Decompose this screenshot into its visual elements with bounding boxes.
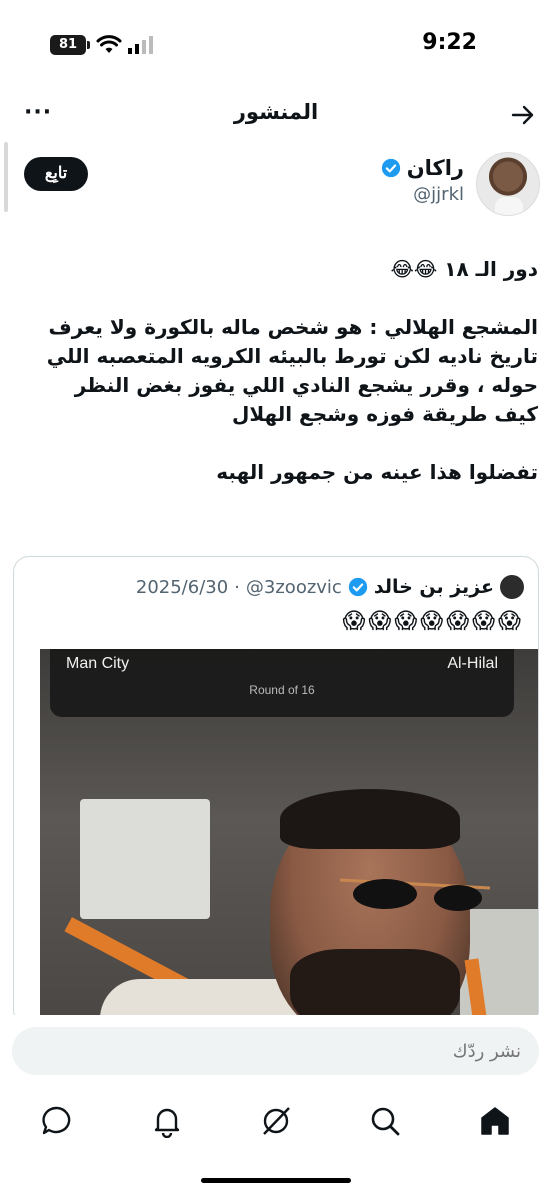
home-icon[interactable] <box>478 1104 512 1138</box>
team-left: Man City <box>66 655 130 672</box>
author-avatar[interactable] <box>476 152 540 216</box>
follow-button[interactable]: تابِع <box>24 157 88 191</box>
quoted-post-text: 😱😱😱😱😱😱😱 <box>342 609 524 634</box>
quoted-post-header: عزيز بن خالد @3zoozvic · 2025/6/30 <box>136 575 524 599</box>
verified-badge-icon <box>381 158 400 178</box>
clock: 9:22 <box>422 30 477 55</box>
battery-indicator: 81 <box>50 35 90 55</box>
reply-bar <box>0 1015 552 1090</box>
bottom-tab-bar <box>0 1090 552 1150</box>
status-bar: 81 9:22 <box>0 0 552 90</box>
post-paragraph: دور الـ ١٨ 😂😂 <box>390 257 538 281</box>
cellular-signal-icon <box>128 36 153 54</box>
quoted-post-date: 2025/6/30 <box>135 576 229 598</box>
top-navigation: ··· المنشور <box>0 90 552 140</box>
wifi-icon <box>96 35 122 53</box>
scoreboard-overlay: Man City Al-Hilal Round of 16 <box>50 649 514 717</box>
post-paragraph: المشجع الهلالي : هو شخص ماله بالكورة ولا… <box>46 315 538 426</box>
quoted-author-handle: @3zoozvic <box>245 576 342 598</box>
person-hair <box>280 789 460 849</box>
post-body: دور الـ ١٨ 😂😂 المشجع الهلالي : هو شخص ما… <box>28 255 538 516</box>
messages-icon[interactable] <box>40 1104 74 1138</box>
search-icon[interactable] <box>368 1104 402 1138</box>
author-info[interactable]: راكان @jjrkl <box>381 156 464 205</box>
team-right: Al-Hilal <box>447 655 498 672</box>
page-title: المنشور <box>233 100 319 124</box>
quoted-post[interactable]: عزيز بن خالد @3zoozvic · 2025/6/30 😱😱😱😱😱… <box>13 556 539 1026</box>
quoted-author-avatar <box>500 575 524 599</box>
verified-badge-icon <box>348 577 368 597</box>
car-window <box>80 799 210 919</box>
separator-dot: · <box>234 576 240 598</box>
back-arrow-icon[interactable] <box>510 102 536 128</box>
author-handle: @jjrkl <box>413 184 464 205</box>
home-indicator <box>201 1178 351 1183</box>
quoted-author-name: عزيز بن خالد <box>373 576 494 598</box>
author-name[interactable]: راكان <box>407 156 464 180</box>
sunglasses <box>340 878 490 911</box>
reply-input[interactable] <box>12 1027 539 1075</box>
round-label: Round of 16 <box>249 683 315 697</box>
video-thumbnail[interactable]: Man City Al-Hilal Round of 16 <box>40 649 538 1025</box>
thread-line <box>4 142 8 212</box>
post-paragraph: تفضلوا هذا عينه من جمهور الهبه <box>216 460 538 484</box>
grok-icon[interactable] <box>259 1104 293 1138</box>
notifications-icon[interactable] <box>150 1104 184 1138</box>
